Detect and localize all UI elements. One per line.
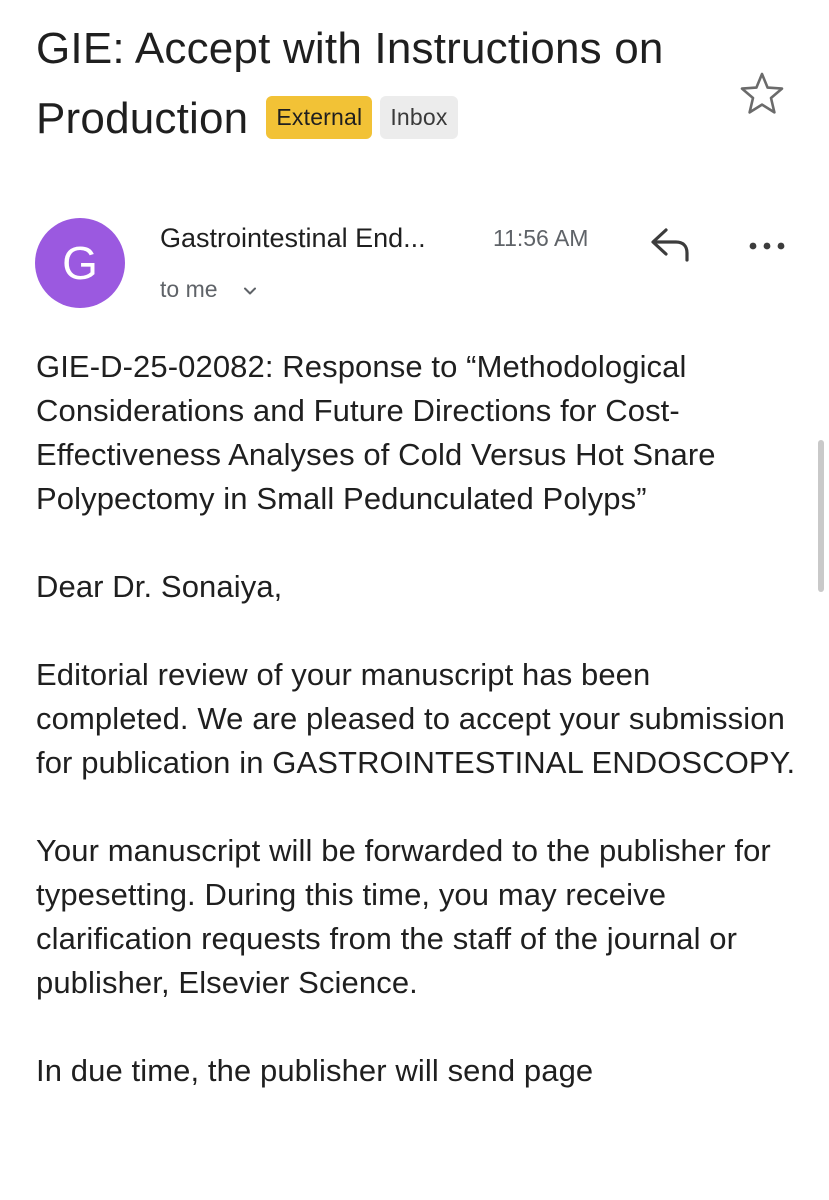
chevron-down-icon bbox=[243, 287, 256, 295]
body-paragraph-3: In due time, the publisher will send pag… bbox=[36, 1053, 594, 1088]
email-body: GIE-D-25-02082: Response to “Methodologi… bbox=[36, 345, 806, 1137]
email-view: GIE: Accept with Instructions on Product… bbox=[0, 0, 829, 1200]
body-greeting: Dear Dr. Sonaiya, bbox=[36, 569, 283, 604]
label-inbox[interactable]: Inbox bbox=[380, 96, 458, 139]
avatar-letter: G bbox=[62, 237, 98, 289]
reply-icon[interactable] bbox=[646, 222, 694, 266]
body-title-paragraph: GIE-D-25-02082: Response to “Methodologi… bbox=[36, 349, 716, 516]
label-external[interactable]: External bbox=[266, 96, 373, 139]
recipient-text: to me bbox=[160, 276, 218, 302]
email-subject: GIE: Accept with Instructions on Product… bbox=[36, 14, 726, 154]
body-paragraph-1: Editorial review of your manuscript has … bbox=[36, 657, 796, 780]
scrollbar[interactable] bbox=[818, 440, 824, 592]
subject-header: GIE: Accept with Instructions on Product… bbox=[36, 14, 726, 154]
email-time: 11:56 AM bbox=[493, 225, 589, 251]
sender-name[interactable]: Gastrointestinal End... bbox=[160, 222, 426, 254]
recipient-toggle[interactable]: to me bbox=[160, 274, 258, 304]
more-horizontal-icon[interactable] bbox=[745, 228, 789, 264]
sender-avatar[interactable]: G bbox=[35, 218, 125, 308]
star-icon[interactable] bbox=[738, 70, 786, 118]
body-paragraph-2: Your manuscript will be forwarded to the… bbox=[36, 833, 771, 1000]
